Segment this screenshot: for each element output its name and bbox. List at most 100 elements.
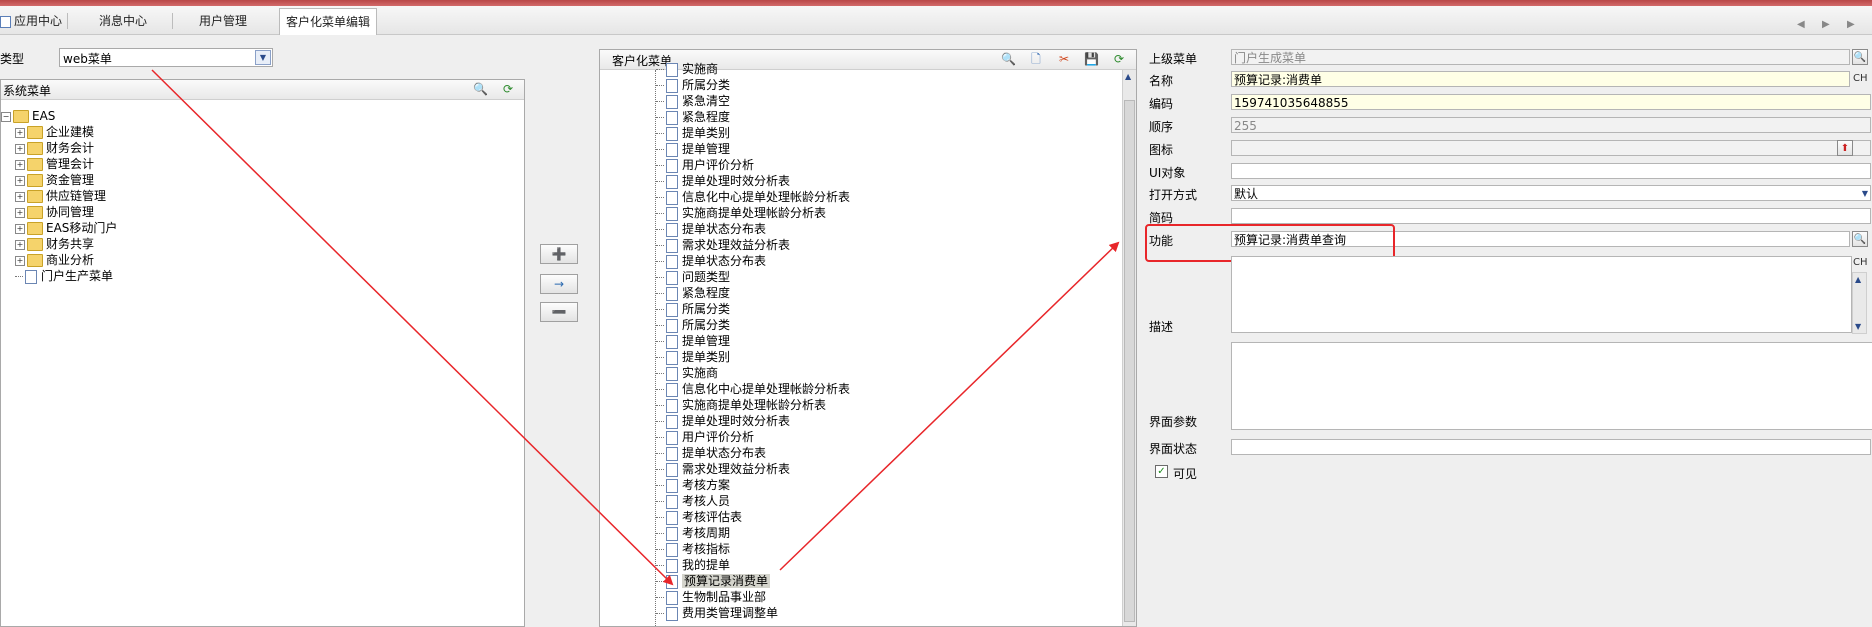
tree-node[interactable]: 紧急程度 [656,109,730,125]
tree-node[interactable]: 考核方案 [656,477,730,493]
description-field[interactable] [1231,256,1852,333]
remove-from-custom-button[interactable]: ➖ [540,302,578,322]
tree-node[interactable]: 考核评估表 [656,509,742,525]
tab-scroll-right-icon[interactable]: ▶ [1822,19,1830,30]
tree-node[interactable]: 提单处理时效分析表 [656,173,790,189]
tree-node[interactable]: 提单处理时效分析表 [656,413,790,429]
tree-node[interactable]: 信息化中心提单处理帐龄分析表 [656,381,850,397]
expand-icon[interactable]: + [15,191,25,202]
search-icon[interactable]: 🔍 [473,82,488,96]
magnifier-icon[interactable]: 🔍 [1852,49,1868,65]
ui-state-field[interactable] [1231,439,1871,455]
tree-node[interactable]: 提单管理 [656,141,730,157]
tree-node[interactable]: + 供应链管理 [15,188,106,204]
expand-icon[interactable]: + [15,159,25,170]
tree-node[interactable]: 门户生产菜单 [15,268,113,284]
collapse-icon[interactable]: − [1,111,11,122]
scroll-thumb[interactable] [1124,100,1135,622]
refresh-icon[interactable]: ⟳ [501,82,515,96]
expand-icon[interactable]: + [15,255,25,266]
delete-icon[interactable]: ✂ [1057,52,1071,66]
tree-node[interactable]: 实施商 [656,365,718,381]
search-icon[interactable]: 🔍 [1001,52,1016,66]
language-tag[interactable]: CH [1853,257,1868,268]
tree-node[interactable]: 用户评价分析 [656,429,754,445]
shortcut-field[interactable] [1231,208,1871,224]
tree-node[interactable]: − EAS [1,108,55,124]
tree-node[interactable]: + 企业建模 [15,124,94,140]
tree-node[interactable]: 紧急清空 [656,93,730,109]
open-mode-select[interactable]: 默认 ▼ [1231,185,1871,201]
tree-node[interactable]: + 管理会计 [15,156,94,172]
expand-icon[interactable]: + [15,223,25,234]
tree-node[interactable]: + 财务共享 [15,236,94,252]
tree-connector [656,437,664,438]
tree-node[interactable]: + EAS移动门户 [15,220,117,236]
tree-node-label: 紧急程度 [682,286,731,300]
tree-node[interactable]: 预算记录消费单 [656,573,771,589]
chevron-down-icon[interactable]: ▼ [255,50,271,65]
tree-node[interactable]: + 协同管理 [15,204,94,220]
tab-menu-icon[interactable]: ▶ [1847,19,1855,30]
tree-node[interactable]: 我的提单 [656,557,730,573]
tree-node[interactable]: 生物制品事业部 [656,589,766,605]
tree-node[interactable]: 所属分类 [656,77,730,93]
scroll-down-icon[interactable]: ▼ [1855,322,1861,331]
tree-node[interactable]: 所属分类 [656,301,730,317]
refresh-icon[interactable]: ⟳ [1112,52,1126,66]
tree-node[interactable]: 考核周期 [656,525,730,541]
tab-app-center[interactable]: 应用中心 [0,9,62,33]
open-mode-label: 打开方式 [1149,188,1198,202]
tree-node[interactable]: 紧急程度 [656,285,730,301]
scroll-up-icon[interactable]: ▲ [1125,72,1131,81]
expand-icon[interactable]: + [15,239,25,250]
tree-node[interactable]: 提单状态分布表 [656,253,766,269]
ui-object-field[interactable] [1231,163,1871,179]
ui-params-field[interactable] [1231,342,1872,430]
tree-node[interactable]: + 财务会计 [15,140,94,156]
name-field[interactable]: 预算记录:消费单 [1231,71,1850,87]
type-select[interactable]: web菜单 ▼ [59,48,273,67]
custom-menu-scrollbar[interactable]: ▲ [1122,70,1136,626]
tree-node[interactable]: 费用类管理调整单 [656,605,778,621]
move-right-button[interactable]: → [540,274,578,294]
tree-node[interactable]: 需求处理效益分析表 [656,461,790,477]
chevron-down-icon[interactable]: ▼ [1862,186,1868,200]
upload-icon[interactable]: ⬆ [1837,140,1853,156]
tree-node[interactable]: 实施商 [656,61,718,77]
expand-icon[interactable]: + [15,207,25,218]
magnifier-icon[interactable]: 🔍 [1852,231,1868,247]
visible-checkbox[interactable]: ✓ [1155,465,1168,478]
language-tag[interactable]: CH [1853,73,1868,84]
tab-user-management[interactable]: 用户管理 [199,9,247,33]
new-file-icon[interactable]: 🗋 [1029,52,1043,66]
code-field[interactable]: 159741035648855 [1231,94,1871,110]
add-to-custom-button[interactable]: ➕ [540,244,578,264]
tree-node[interactable]: 用户评价分析 [656,157,754,173]
tree-node[interactable]: 实施商提单处理帐龄分析表 [656,397,826,413]
tree-node[interactable]: 需求处理效益分析表 [656,237,790,253]
tree-node[interactable]: 提单类别 [656,349,730,365]
tree-node[interactable]: 问题类型 [656,269,730,285]
tab-custom-menu-edit[interactable]: 客户化菜单编辑 [279,8,378,35]
tab-scroll-left-icon[interactable]: ◀ [1797,19,1805,30]
description-scrollbar[interactable]: ▲ ▼ [1852,272,1867,334]
tree-node[interactable]: 提单状态分布表 [656,445,766,461]
expand-icon[interactable]: + [15,175,25,186]
tree-node[interactable]: 信息化中心提单处理帐龄分析表 [656,189,850,205]
tree-node[interactable]: 提单状态分布表 [656,221,766,237]
document-icon [666,414,678,429]
tree-node[interactable]: + 资金管理 [15,172,94,188]
tree-node[interactable]: 实施商提单处理帐龄分析表 [656,205,826,221]
tree-node[interactable]: 所属分类 [656,317,730,333]
expand-icon[interactable]: + [15,143,25,154]
scroll-up-icon[interactable]: ▲ [1855,275,1861,284]
expand-icon[interactable]: + [15,127,25,138]
tab-message-center[interactable]: 消息中心 [99,9,147,33]
tree-node[interactable]: 提单类别 [656,125,730,141]
tree-node[interactable]: 提单管理 [656,333,730,349]
tree-node[interactable]: + 商业分析 [15,252,94,268]
tree-node[interactable]: 考核人员 [656,493,730,509]
save-icon[interactable]: 💾 [1084,52,1099,66]
tree-node[interactable]: 考核指标 [656,541,730,557]
